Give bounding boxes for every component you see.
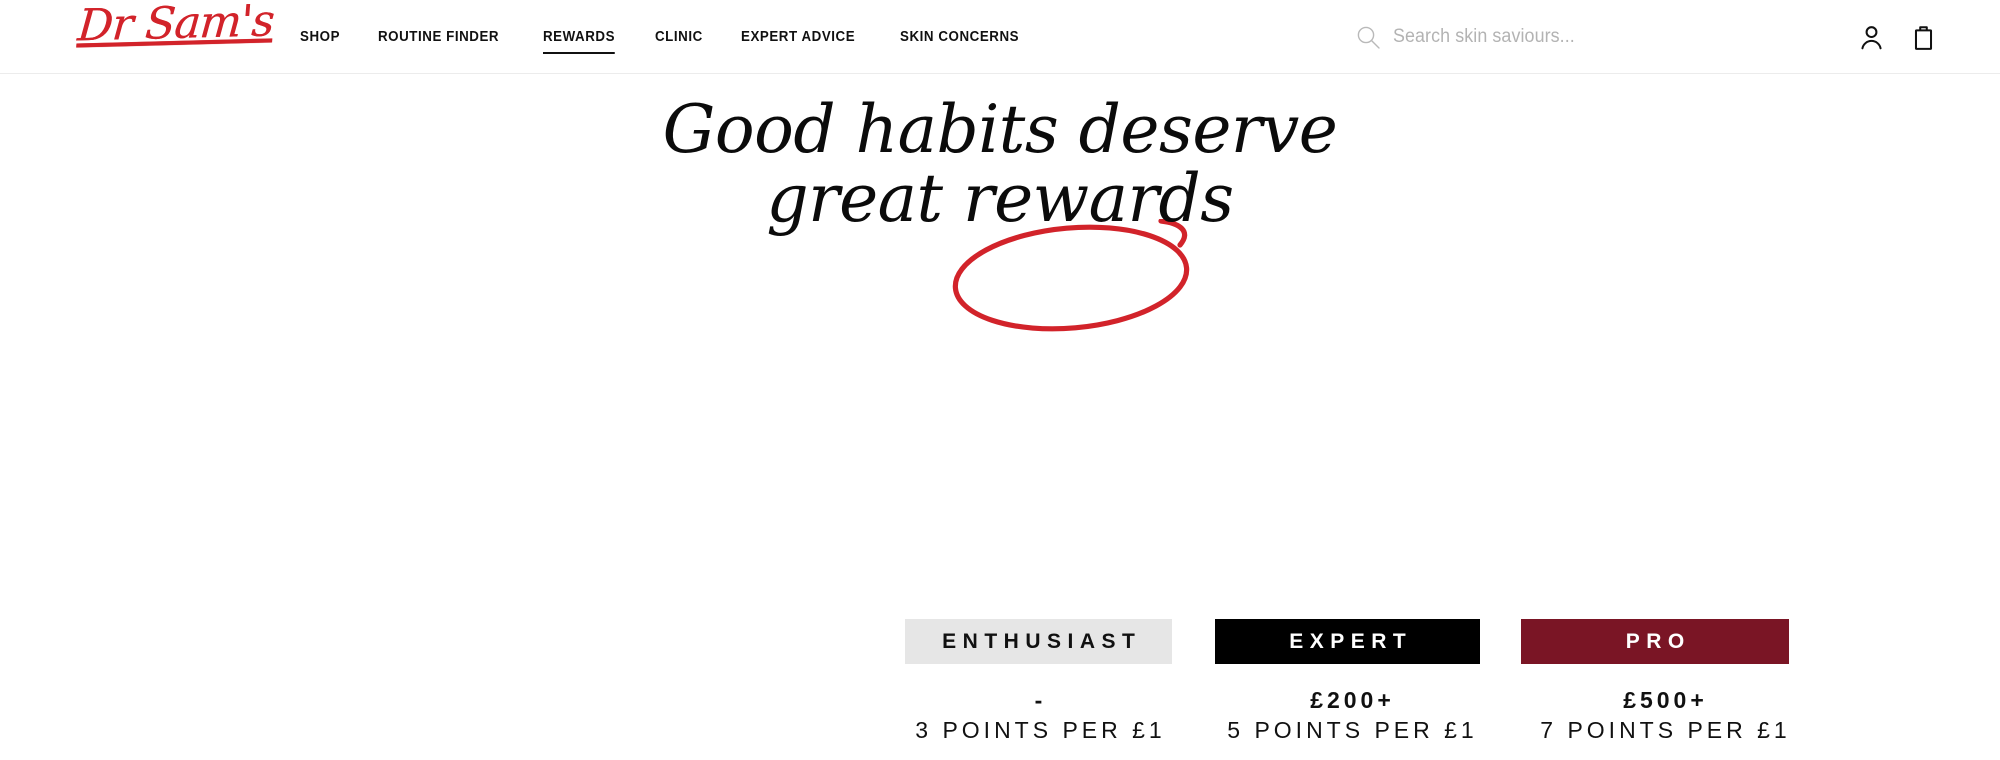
search-icon[interactable] [1355,24,1381,50]
bag-icon[interactable] [1908,22,1938,52]
main-nav: SHOP ROUTINE FINDER REWARDS CLINIC EXPER… [300,0,1029,74]
hero-line-2-prefix: great [766,159,964,237]
search-input[interactable] [1393,26,1713,48]
rewards-comparison-table: ENTHUSIAST EXPERT PRO - 3 POINTS PER £1 … [0,274,2000,743]
tier-rate-enthusiast: 3 POINTS PER £1 [915,716,1166,743]
nav-link-routine-finder[interactable]: ROUTINE FINDER [378,25,499,49]
tier-badge-enthusiast[interactable]: ENTHUSIAST [905,619,1172,664]
tier-info-expert: £200+ 5 POINTS PER £1 [1192,686,1509,746]
nav-link-clinic[interactable]: CLINIC [655,25,703,49]
nav-link-skin-concerns[interactable]: SKIN CONCERNS [900,25,1019,49]
hero-section: Good habits deserve great rewards [0,74,2000,332]
tier-info-enthusiast: - 3 POINTS PER £1 [880,686,1197,746]
tier-header-row: ENTHUSIAST EXPERT PRO - 3 POINTS PER £1 … [0,274,2000,743]
hero-line-1: Good habits deserve [662,91,1338,168]
brand-logo[interactable]: Dr Sam's [76,0,276,52]
site-header: Dr Sam's SHOP ROUTINE FINDER REWARDS CLI… [0,0,2000,74]
tier-badge-pro[interactable]: PRO [1521,619,1789,664]
nav-link-rewards[interactable]: REWARDS [543,25,616,54]
tier-badge-pro-label: PRO [1625,629,1691,653]
tier-spend-enthusiast: - [1034,687,1047,713]
tier-rate-pro: 7 POINTS PER £1 [1540,716,1791,743]
tier-spend-expert: £200+ [1310,687,1395,713]
tier-rate-expert: 5 POINTS PER £1 [1227,716,1478,743]
header-actions [1856,0,1938,74]
hero-circled-word: rewards [963,159,1234,237]
nav-link-shop[interactable]: SHOP [300,25,340,49]
page-title: Good habits deserve great rewards [0,91,2000,237]
tier-spend-pro: £500+ [1623,687,1708,713]
tier-badge-enthusiast-label: ENTHUSIAST [942,629,1142,653]
user-icon[interactable] [1856,22,1886,52]
nav-link-expert-advice[interactable]: EXPERT ADVICE [741,25,855,49]
tier-badge-expert-label: EXPERT [1289,629,1413,653]
tier-info-pro: £500+ 7 POINTS PER £1 [1505,686,1822,746]
header-search[interactable] [1355,0,1733,74]
hero-line-2: great rewards [0,159,2000,237]
tier-badge-expert[interactable]: EXPERT [1215,619,1480,664]
